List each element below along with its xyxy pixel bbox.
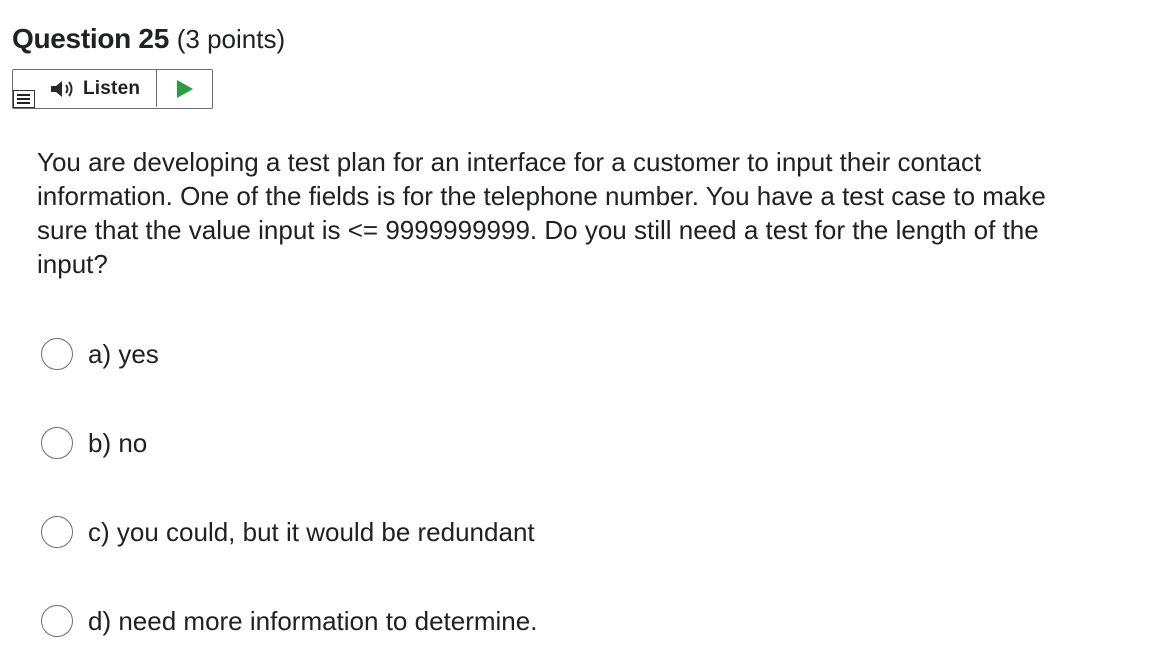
question-title: Question 25 xyxy=(12,23,169,54)
speaker-icon xyxy=(51,81,73,97)
listen-toolbar: Listen xyxy=(12,69,213,109)
play-button[interactable] xyxy=(157,70,212,107)
listen-label: Listen xyxy=(83,78,141,99)
choice-label[interactable]: c) you could, but it would be redundant xyxy=(88,516,535,548)
radio-button[interactable] xyxy=(41,605,73,637)
choice-label[interactable]: a) yes xyxy=(88,338,159,370)
question-points: (3 points) xyxy=(176,24,286,54)
menu-icon[interactable] xyxy=(13,90,35,108)
radio-button[interactable] xyxy=(41,427,73,459)
question-header: Question 25 (3 points) xyxy=(12,22,285,56)
question-text: You are developing a test plan for an in… xyxy=(37,147,1046,279)
choice-label[interactable]: d) need more information to determine. xyxy=(88,605,537,637)
radio-button[interactable] xyxy=(41,516,73,548)
play-icon xyxy=(177,80,193,98)
choice-label[interactable]: b) no xyxy=(88,427,147,459)
radio-button[interactable] xyxy=(41,338,73,370)
